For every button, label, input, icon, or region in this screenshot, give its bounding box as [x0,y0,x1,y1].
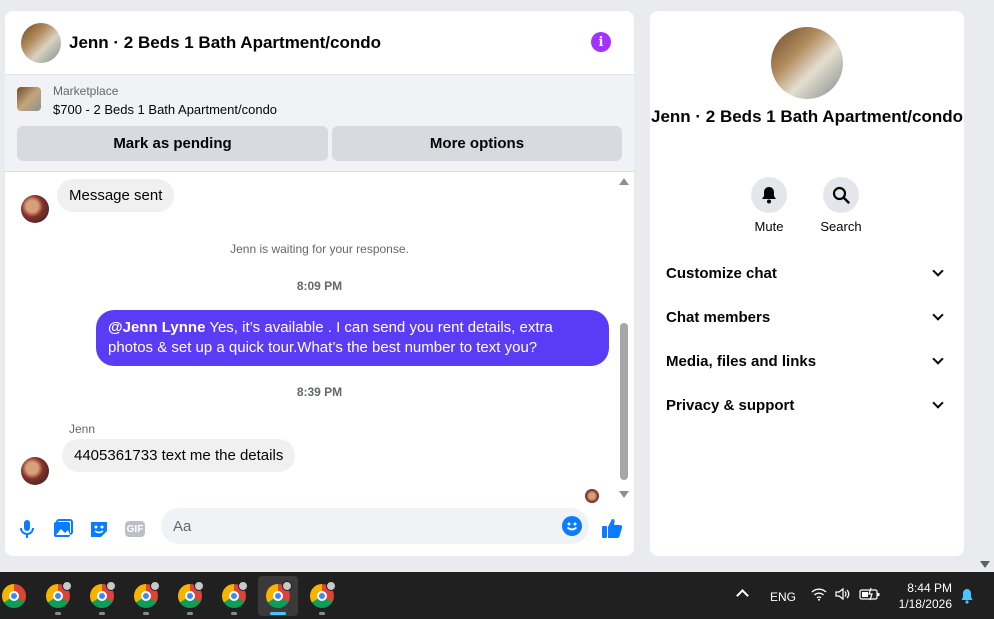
mark-pending-button[interactable]: Mark as pending [17,126,328,161]
chrome-profile-icon[interactable] [309,581,336,609]
chrome-icon[interactable] [1,583,27,609]
emoji-icon[interactable] [562,516,582,536]
conversation-avatar[interactable] [21,22,61,63]
chrome-profile-icon[interactable] [265,581,292,609]
profile-name: Jenn · 2 Beds 1 Bath Apartment/condo [650,107,964,126]
marketplace-banner: Marketplace $700 - 2 Beds 1 Bath Apartme… [5,75,634,172]
microphone-icon[interactable] [17,519,37,539]
battery-icon[interactable] [859,587,881,606]
bell-icon[interactable] [751,177,787,213]
mute-action[interactable]: Mute [739,177,799,234]
sender-name: Jenn [69,422,96,436]
volume-icon[interactable] [835,587,851,606]
chat-title[interactable]: Jenn · 2 Beds 1 Bath Apartment/condo [69,33,381,53]
running-indicator [319,612,325,615]
scroll-up-arrow[interactable] [619,178,629,185]
gif-icon[interactable]: GIF [125,521,145,537]
chat-header: Jenn · 2 Beds 1 Bath Apartment/condo i [5,11,634,75]
info-icon[interactable]: i [591,32,611,52]
scroll-down-arrow[interactable] [619,491,629,498]
chat-members-row[interactable]: Chat members [666,305,948,329]
message-input[interactable] [161,508,541,544]
running-indicator [99,612,105,615]
profile-avatar[interactable] [771,27,843,99]
active-indicator [270,612,286,615]
message-list: Message sent Jenn is waiting for your re… [5,173,634,503]
customize-chat-row[interactable]: Customize chat [666,261,948,285]
chat-panel: Jenn · 2 Beds 1 Bath Apartment/condo i M… [5,11,634,556]
taskbar: ENG 8:44 PM 1/18/2026 [0,572,994,619]
search-action[interactable]: Search [811,177,871,234]
media-files-links-row[interactable]: Media, files and links [666,349,948,373]
listing-title[interactable]: $700 - 2 Beds 1 Bath Apartment/condo [53,102,277,117]
sender-avatar[interactable] [21,195,49,223]
message-timestamp: 8:39 PM [296,385,343,399]
more-options-button[interactable]: More options [332,126,622,161]
running-indicator [55,612,61,615]
thumbs-up-icon[interactable] [601,517,623,539]
notification-bell-icon[interactable] [960,588,974,609]
chrome-profile-icon[interactable] [89,581,116,609]
mute-label: Mute [754,219,784,234]
search-label: Search [820,219,862,234]
chevron-up-icon[interactable] [736,589,749,602]
clock-date: 1/18/2026 [898,597,952,611]
chevron-down-icon [932,309,944,321]
composer: GIF [5,504,634,556]
chrome-profile-icon[interactable] [45,581,72,609]
clock-time: 8:44 PM [907,581,952,595]
message-timestamp: 8:09 PM [296,279,343,293]
mention[interactable]: @Jenn Lynne [108,319,205,336]
privacy-support-row[interactable]: Privacy & support [666,393,948,417]
chrome-profile-icon[interactable] [177,581,204,609]
conversation-info-panel: Jenn · 2 Beds 1 Bath Apartment/condo Mut… [650,11,964,556]
sticker-icon[interactable] [89,519,109,539]
scroll-thumb[interactable] [620,323,628,480]
message-scrollbar[interactable] [619,178,629,498]
chevron-down-icon [932,265,944,277]
search-icon[interactable] [823,177,859,213]
message-bubble-incoming[interactable]: 4405361733 text me the details [62,439,296,472]
listing-thumbnail[interactable] [17,87,41,111]
message-bubble-incoming[interactable]: Message sent [57,179,175,212]
language-indicator[interactable]: ENG [770,590,796,604]
page-scroll-down-arrow[interactable] [980,561,990,568]
running-indicator [187,612,193,615]
menu-label: Customize chat [666,264,777,282]
photo-icon[interactable] [53,519,73,539]
menu-label: Media, files and links [666,352,817,370]
chevron-down-icon [932,353,944,365]
menu-label: Privacy & support [666,396,795,414]
marketplace-label: Marketplace [53,84,119,98]
chrome-profile-icon[interactable] [133,581,160,609]
sender-avatar[interactable] [21,457,49,485]
wifi-icon[interactable] [811,587,827,606]
seen-indicator-avatar [585,489,599,503]
message-input-container [161,508,589,544]
system-message: Jenn is waiting for your response. [230,242,409,256]
chevron-down-icon [932,397,944,409]
running-indicator [143,612,149,615]
menu-label: Chat members [666,308,771,326]
system-clock[interactable]: 8:44 PM 1/18/2026 [899,580,952,612]
message-bubble-outgoing[interactable]: @Jenn Lynne Yes, it’s available . I can … [96,310,609,366]
chrome-profile-icon[interactable] [221,581,248,609]
running-indicator [231,612,237,615]
